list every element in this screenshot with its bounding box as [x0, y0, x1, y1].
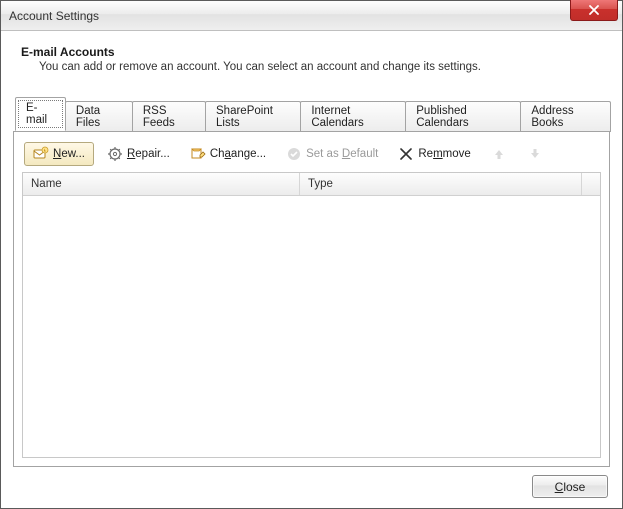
close-icon: [586, 2, 602, 18]
arrow-down-icon: [527, 146, 543, 162]
column-header-name[interactable]: Name: [23, 173, 300, 195]
change-button[interactable]: Chaange...: [183, 142, 273, 166]
arrow-up-icon: [491, 146, 507, 162]
tab-label: Address Books: [531, 105, 573, 129]
column-header-type[interactable]: Type: [300, 173, 582, 195]
window-close-button[interactable]: [570, 0, 618, 21]
tab-label: Internet Calendars: [311, 105, 363, 129]
tab-label: E-mail: [26, 102, 47, 126]
button-label: Set as Default: [306, 148, 378, 160]
remove-button[interactable]: Remmove: [391, 142, 477, 166]
titlebar: Account Settings: [1, 1, 622, 31]
page-description: You can add or remove an account. You ca…: [21, 61, 608, 73]
move-down-button: [520, 142, 550, 166]
tab-rss-feeds[interactable]: RSS Feeds: [132, 101, 206, 132]
set-default-button: Set as Default: [279, 142, 385, 166]
repair-button[interactable]: Repair...: [100, 142, 177, 166]
tabstrip: E-mail Data Files RSS Feeds SharePoint L…: [13, 97, 610, 131]
page-header: E-mail Accounts You can add or remove an…: [13, 43, 610, 83]
toolbar: New... Repair...: [22, 140, 601, 172]
tab-label: Data Files: [76, 105, 100, 129]
remove-icon: [398, 146, 414, 162]
change-icon: [190, 146, 206, 162]
tab-data-files[interactable]: Data Files: [65, 101, 133, 132]
tab-internet-calendars[interactable]: Internet Calendars: [300, 101, 406, 132]
new-mail-icon: [33, 146, 49, 162]
button-label: Chaange...: [210, 148, 266, 160]
check-circle-icon: [286, 146, 302, 162]
tab-sharepoint-lists[interactable]: SharePoint Lists: [205, 101, 301, 132]
repair-icon: [107, 146, 123, 162]
new-button[interactable]: New...: [24, 142, 94, 166]
window-title: Account Settings: [9, 9, 99, 23]
account-settings-dialog: Account Settings E-mail Accounts You can…: [0, 0, 623, 509]
tab-label: Published Calendars: [416, 105, 468, 129]
list-body: [23, 196, 600, 457]
client-area: E-mail Accounts You can add or remove an…: [1, 31, 622, 508]
button-label: New...: [53, 148, 85, 160]
accounts-list[interactable]: Name Type: [22, 172, 601, 458]
tab-label: RSS Feeds: [143, 105, 175, 129]
tab-panel-email: New... Repair...: [13, 131, 610, 467]
button-label: Close: [555, 480, 586, 494]
button-label: Remmove: [418, 148, 470, 160]
page-title: E-mail Accounts: [21, 45, 608, 59]
dialog-footer: Close: [13, 467, 610, 498]
tab-email[interactable]: E-mail: [15, 97, 66, 131]
move-up-button: [484, 142, 514, 166]
button-label: Repair...: [127, 148, 170, 160]
tab-address-books[interactable]: Address Books: [520, 101, 611, 132]
column-header-tail: [582, 173, 600, 195]
tab-published-calendars[interactable]: Published Calendars: [405, 101, 521, 132]
close-button[interactable]: Close: [532, 475, 608, 498]
list-header: Name Type: [23, 173, 600, 196]
tab-label: SharePoint Lists: [216, 105, 273, 129]
